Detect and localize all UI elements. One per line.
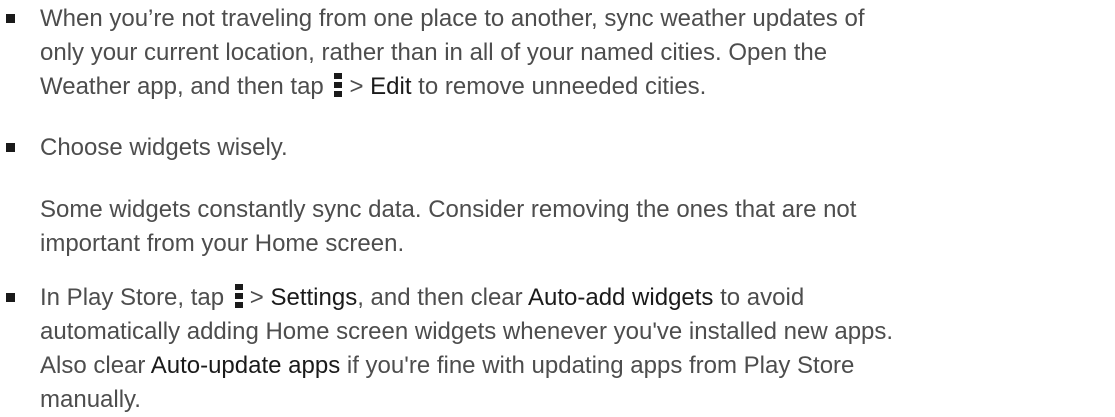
ui-label-auto-update-apps: Auto-update apps: [150, 352, 341, 379]
ui-label-edit: Edit: [370, 73, 412, 100]
text-run: Weather app, and then tap: [40, 73, 324, 100]
text-run: to avoid: [720, 284, 805, 311]
bullet-icon: [6, 293, 15, 302]
text-line: Some widgets constantly sync data. Consi…: [40, 196, 857, 223]
text-line: important from your Home screen.: [40, 230, 405, 257]
text-line: automatically adding Home screen widgets…: [40, 318, 894, 345]
bullet-icon: [6, 14, 15, 23]
list-item: When you’re not traveling from one place…: [6, 2, 1110, 104]
text-run: , and then clear: [357, 284, 523, 311]
menu-icon: [234, 284, 243, 308]
bullet-icon: [6, 143, 15, 152]
text-run: to remove unneeded cities.: [418, 73, 707, 100]
arrow-separator: >: [349, 73, 364, 100]
text-run: Also clear: [40, 352, 146, 379]
list-item: Choose widgets wisely.: [6, 131, 1110, 165]
text-line: When you’re not traveling from one place…: [40, 5, 865, 32]
text-run: In Play Store, tap: [40, 284, 225, 311]
text-line: Weather app, and then tap > Edit to remo…: [40, 70, 1110, 104]
text-line: Also clear Auto-update apps if you're fi…: [40, 349, 1110, 383]
ui-label-settings: Settings: [270, 284, 358, 311]
text-line: In Play Store, tap > Settings, and then …: [40, 281, 1110, 315]
ui-label-auto-add-widgets: Auto-add widgets: [527, 284, 714, 311]
list-item: In Play Store, tap > Settings, and then …: [6, 281, 1110, 417]
arrow-separator: >: [249, 284, 264, 311]
list-item-paragraph: Some widgets constantly sync data. Consi…: [40, 193, 1110, 261]
text-line: manually.: [40, 386, 141, 413]
text-line: Choose widgets wisely.: [40, 134, 288, 161]
text-run: if you're fine with updating apps from P…: [346, 352, 855, 379]
text-line: only your current location, rather than …: [40, 39, 828, 66]
menu-icon: [334, 73, 343, 97]
